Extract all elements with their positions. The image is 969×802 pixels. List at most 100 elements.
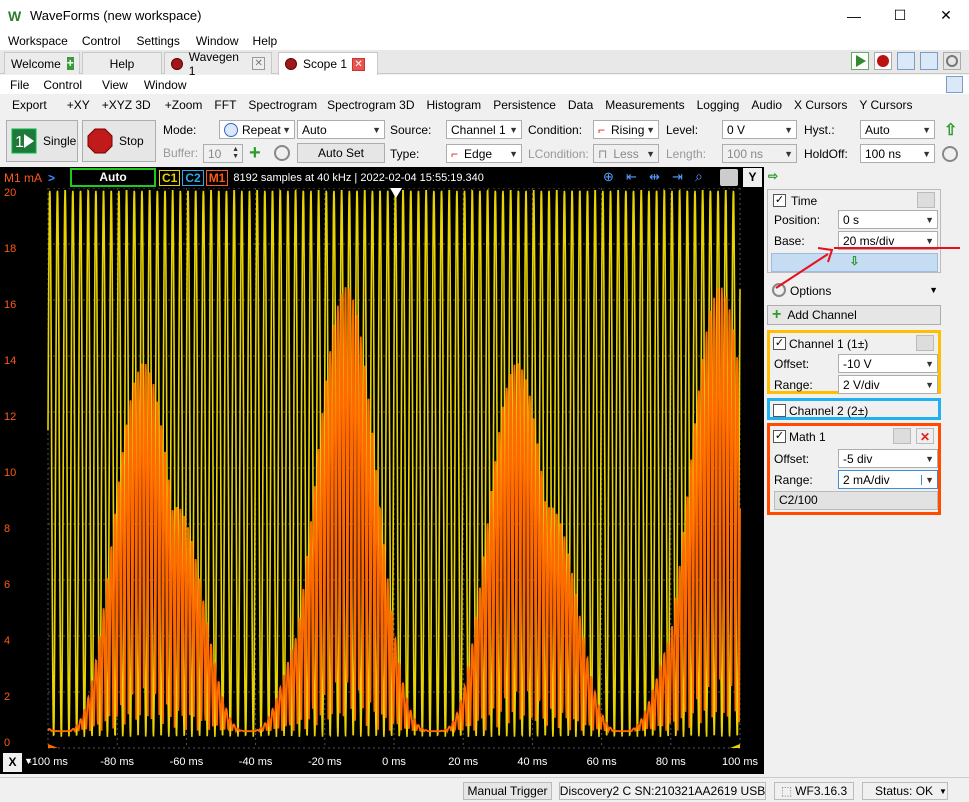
hysteresis-select[interactable]: Auto ▼ <box>860 120 935 139</box>
x-axis-button[interactable]: X <box>3 753 22 772</box>
condition-select[interactable]: ⌐ Rising ▼ <box>593 120 659 139</box>
toolbar-zoom[interactable]: +Zoom <box>165 98 203 112</box>
toolbar-spectrogram-3d[interactable]: Spectrogram 3D <box>327 98 414 112</box>
channel-2-checkbox[interactable] <box>773 404 786 417</box>
scroll-center-icon[interactable]: ⇹ <box>649 169 660 185</box>
manual-trigger-button[interactable]: Manual Trigger <box>463 782 552 800</box>
maximize-button[interactable]: ☐ <box>877 0 923 31</box>
scroll-right-icon[interactable]: ⇥ <box>672 169 683 185</box>
gear-icon[interactable] <box>943 52 961 70</box>
stop-all-icon[interactable] <box>874 52 892 70</box>
math-range-label: Range: <box>774 473 813 487</box>
run-icon[interactable] <box>851 52 869 70</box>
close-tab-icon[interactable]: ✕ <box>252 57 265 70</box>
remove-math-icon[interactable]: ✕ <box>916 428 934 444</box>
plus-icon[interactable]: + <box>66 57 74 70</box>
ch1-offset-select[interactable]: -10 V ▼ <box>838 354 938 373</box>
toolbar-histogram[interactable]: Histogram <box>427 98 482 112</box>
lcondition-select[interactable]: ⊓ Less ▼ <box>593 144 659 163</box>
toolbar-data[interactable]: Data <box>568 98 593 112</box>
tile-windows-icon[interactable] <box>920 52 938 70</box>
trigger-level-select[interactable]: 0 V ▼ <box>722 120 797 139</box>
minimize-button[interactable]: — <box>831 0 877 31</box>
gear-icon[interactable] <box>720 169 738 186</box>
arrow-up-icon[interactable]: ⇧ <box>944 120 957 140</box>
buffer-stepper[interactable]: 10 ▲ ▼ <box>203 144 243 163</box>
waveform-chart[interactable]: 20181614121086420 <box>0 187 764 751</box>
channel-1-badge[interactable]: C1 <box>159 169 181 186</box>
toolbar-spectrogram[interactable]: Spectrogram <box>248 98 317 112</box>
gear-icon[interactable] <box>916 335 934 351</box>
toolbar-persistence[interactable]: Persistence <box>493 98 556 112</box>
scope-menu-window[interactable]: Window <box>144 78 187 92</box>
trigger-source-select[interactable]: Channel 1 ▼ <box>446 120 522 139</box>
workspace-tabs: Welcome + Help Wavegen 1 ✕ Scope 1 ✕ <box>0 50 969 78</box>
toolbar-export[interactable]: Export <box>12 98 47 112</box>
menu-settings[interactable]: Settings <box>137 34 180 48</box>
menu-workspace[interactable]: Workspace <box>8 34 68 48</box>
play-pointer-icon[interactable]: > <box>48 171 70 185</box>
math-expression-field[interactable]: C2/100 <box>774 491 938 510</box>
tab-welcome[interactable]: Welcome + <box>4 52 80 74</box>
toolbar-y-cursors[interactable]: Y Cursors <box>859 98 912 112</box>
time-checkbox[interactable]: ✓ <box>773 194 786 207</box>
close-tab-icon[interactable]: ✕ <box>352 57 366 71</box>
channel-2-badge[interactable]: C2 <box>182 169 204 186</box>
trigger-type-select[interactable]: ⌐ Edge ▼ <box>446 144 522 163</box>
single-button[interactable]: 1 Single <box>6 120 78 162</box>
add-icon[interactable]: + <box>249 143 265 163</box>
x-tick-label: -20 ms <box>307 756 342 768</box>
math-offset-select[interactable]: -5 div ▼ <box>838 449 938 468</box>
menu-window[interactable]: Window <box>196 34 239 48</box>
channel-1-checkbox[interactable]: ✓ <box>773 337 786 350</box>
x-tick-label: 60 ms <box>586 756 617 768</box>
toolbar-measurements[interactable]: Measurements <box>605 98 684 112</box>
stop-button[interactable]: Stop <box>82 120 156 162</box>
toolbar-fft[interactable]: FFT <box>214 98 236 112</box>
scroll-left-icon[interactable]: ⇤ <box>626 169 637 185</box>
restore-window-icon[interactable] <box>946 76 963 93</box>
chevron-down-icon: ▼ <box>939 786 947 796</box>
gear-icon[interactable] <box>893 428 911 444</box>
menu-control[interactable]: Control <box>82 34 121 48</box>
zoom-icon[interactable]: ⊕ <box>603 169 614 185</box>
tab-help[interactable]: Help <box>82 52 162 74</box>
expand-arrow-icon[interactable]: ⇨ <box>768 169 778 183</box>
close-button[interactable]: ✕ <box>923 0 969 31</box>
holdoff-select[interactable]: 100 ns ▼ <box>860 144 935 163</box>
toolbar-logging[interactable]: Logging <box>697 98 740 112</box>
y-axis-button[interactable]: Y <box>743 168 762 187</box>
math-1-badge[interactable]: M1 <box>205 169 229 186</box>
math-1-checkbox[interactable]: ✓ <box>773 430 786 443</box>
tab-scope[interactable]: Scope 1 ✕ <box>278 52 378 75</box>
auto-set-button[interactable]: Auto Set <box>297 143 385 163</box>
mode-select[interactable]: Repeat ▼ <box>219 120 295 139</box>
pulse-icon: ⊓ <box>598 146 608 161</box>
toolbar-audio[interactable]: Audio <box>751 98 782 112</box>
length-select[interactable]: 100 ns ▼ <box>722 144 797 163</box>
position-select[interactable]: 0 s ▼ <box>838 210 938 229</box>
math-range-select[interactable]: 2 mA/div ▼ <box>838 470 938 489</box>
channel-2-title: Channel 2 (2±) <box>789 404 869 418</box>
magnifier-icon[interactable]: ⌕ <box>695 168 703 185</box>
tab-wavegen[interactable]: Wavegen 1 ✕ <box>164 50 272 78</box>
scope-menu-control[interactable]: Control <box>43 78 82 92</box>
scope-menu-view[interactable]: View <box>102 78 128 92</box>
ch1-range-select[interactable]: 2 V/div ▼ <box>838 375 938 394</box>
gear-icon[interactable] <box>274 145 290 161</box>
connection-status[interactable]: Status: OK ▼ <box>862 782 948 800</box>
device-status[interactable]: Discovery2 C SN:210321AA2619 USB <box>559 782 766 800</box>
gear-icon[interactable] <box>942 146 958 162</box>
scope-menu-file[interactable]: File <box>10 78 29 92</box>
toolbar-x-cursors[interactable]: X Cursors <box>794 98 847 112</box>
toolbar-xy[interactable]: +XY <box>67 98 90 112</box>
add-channel-button[interactable]: + Add Channel <box>767 305 941 325</box>
menu-help[interactable]: Help <box>253 34 278 48</box>
toolbar-xyz[interactable]: +XYZ 3D <box>102 98 151 112</box>
oscilloscope-plot[interactable]: 20 18 16 14 12 10 8 6 4 2 0 <box>0 187 764 751</box>
cascade-windows-icon[interactable] <box>897 52 915 70</box>
math-offset-value: -5 div <box>843 451 873 466</box>
ch1-range-label: Range: <box>774 378 813 392</box>
gear-icon[interactable] <box>917 192 935 208</box>
trigger-mode-select[interactable]: Auto ▼ <box>297 120 385 139</box>
